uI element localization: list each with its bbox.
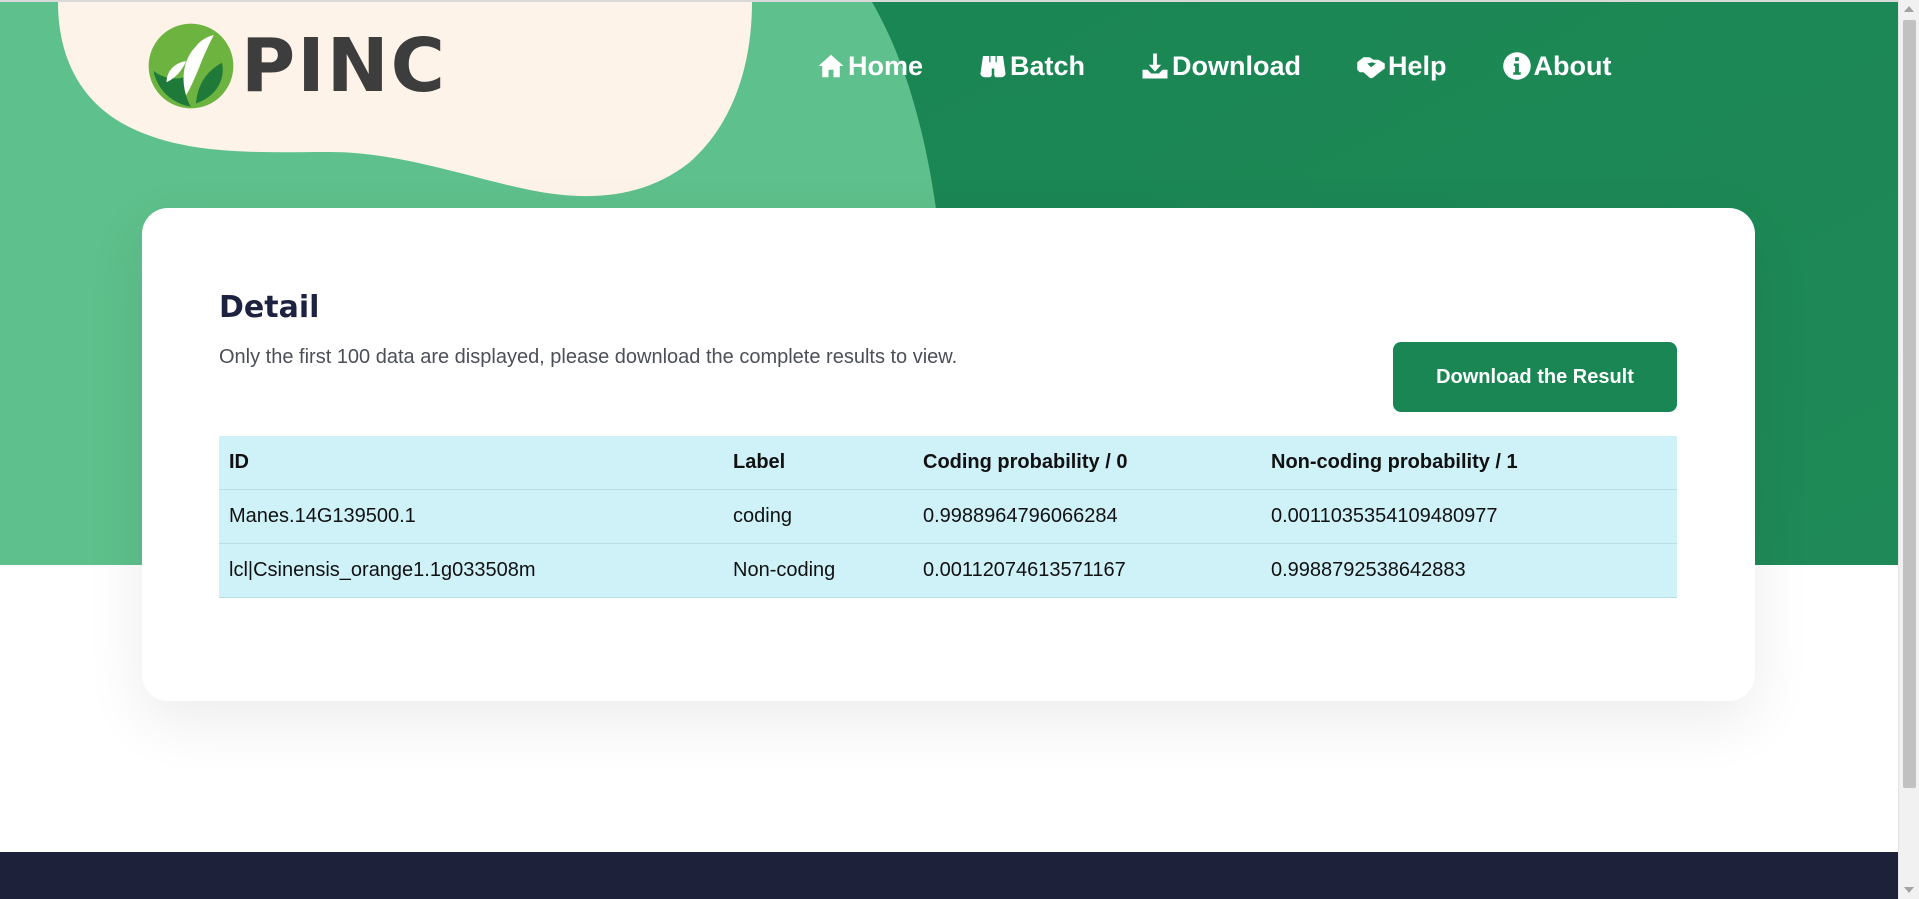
vertical-scrollbar[interactable] (1898, 0, 1919, 899)
nav-download-label: Download (1172, 50, 1302, 81)
column-header-id: ID (219, 436, 723, 490)
nav-about-label: About (1533, 50, 1612, 81)
scroll-up-arrow-icon[interactable] (1904, 6, 1914, 12)
nav-home[interactable]: Home (816, 51, 923, 82)
brand-logo[interactable]: PINC (147, 12, 447, 120)
nav-about[interactable]: About (1502, 51, 1612, 82)
nav-download[interactable]: Download (1140, 51, 1301, 82)
download-result-button[interactable]: Download the Result (1393, 342, 1677, 412)
nav-home-label: Home (848, 50, 924, 81)
main-nav: Home Batch Download Help About (816, 46, 1667, 86)
scroll-thumb[interactable] (1903, 20, 1916, 788)
home-icon (818, 54, 844, 78)
nav-batch-label: Batch (1010, 50, 1086, 81)
binoculars-icon (980, 56, 1006, 78)
page: PINC Home Batch Download Help About Deta… (0, 0, 1898, 899)
cell-label: coding (723, 489, 913, 544)
cell-noncoding-probability: 0.0011035354109480977 (1261, 489, 1677, 544)
table-row: Manes.14G139500.1 coding 0.9988964796066… (219, 489, 1677, 544)
detail-card: Detail Only the first 100 data are displ… (142, 208, 1755, 701)
detail-title: Detail (219, 290, 320, 325)
download-icon (1142, 53, 1168, 79)
detail-description: Only the first 100 data are displayed, p… (219, 346, 958, 368)
cell-label: Non-coding (723, 543, 913, 598)
leaf-logo-icon (148, 23, 234, 109)
brand-name: PINC (240, 23, 447, 109)
scroll-down-arrow-icon[interactable] (1904, 887, 1914, 893)
nav-help-label: Help (1388, 50, 1447, 81)
cell-noncoding-probability: 0.9988792538642883 (1261, 543, 1677, 598)
cell-id: Manes.14G139500.1 (219, 489, 723, 544)
column-header-noncoding-probability: Non-coding probability / 1 (1261, 436, 1677, 490)
cell-id: lcl|Csinensis_orange1.1g033508m (219, 543, 723, 598)
footer (0, 852, 1898, 899)
cell-coding-probability: 0.00112074613571167 (913, 543, 1261, 598)
column-header-label: Label (723, 436, 913, 490)
nav-batch[interactable]: Batch (978, 51, 1085, 82)
table-row: lcl|Csinensis_orange1.1g033508m Non-codi… (219, 543, 1677, 598)
column-header-coding-probability: Coding probability / 0 (913, 436, 1261, 490)
handshake-icon (1357, 57, 1385, 79)
nav-help[interactable]: Help (1356, 51, 1447, 82)
cell-coding-probability: 0.9988964796066284 (913, 489, 1261, 544)
table-header-row: ID Label Coding probability / 0 Non-codi… (219, 436, 1677, 490)
result-table: ID Label Coding probability / 0 Non-codi… (219, 436, 1677, 598)
info-icon (1502, 52, 1531, 80)
